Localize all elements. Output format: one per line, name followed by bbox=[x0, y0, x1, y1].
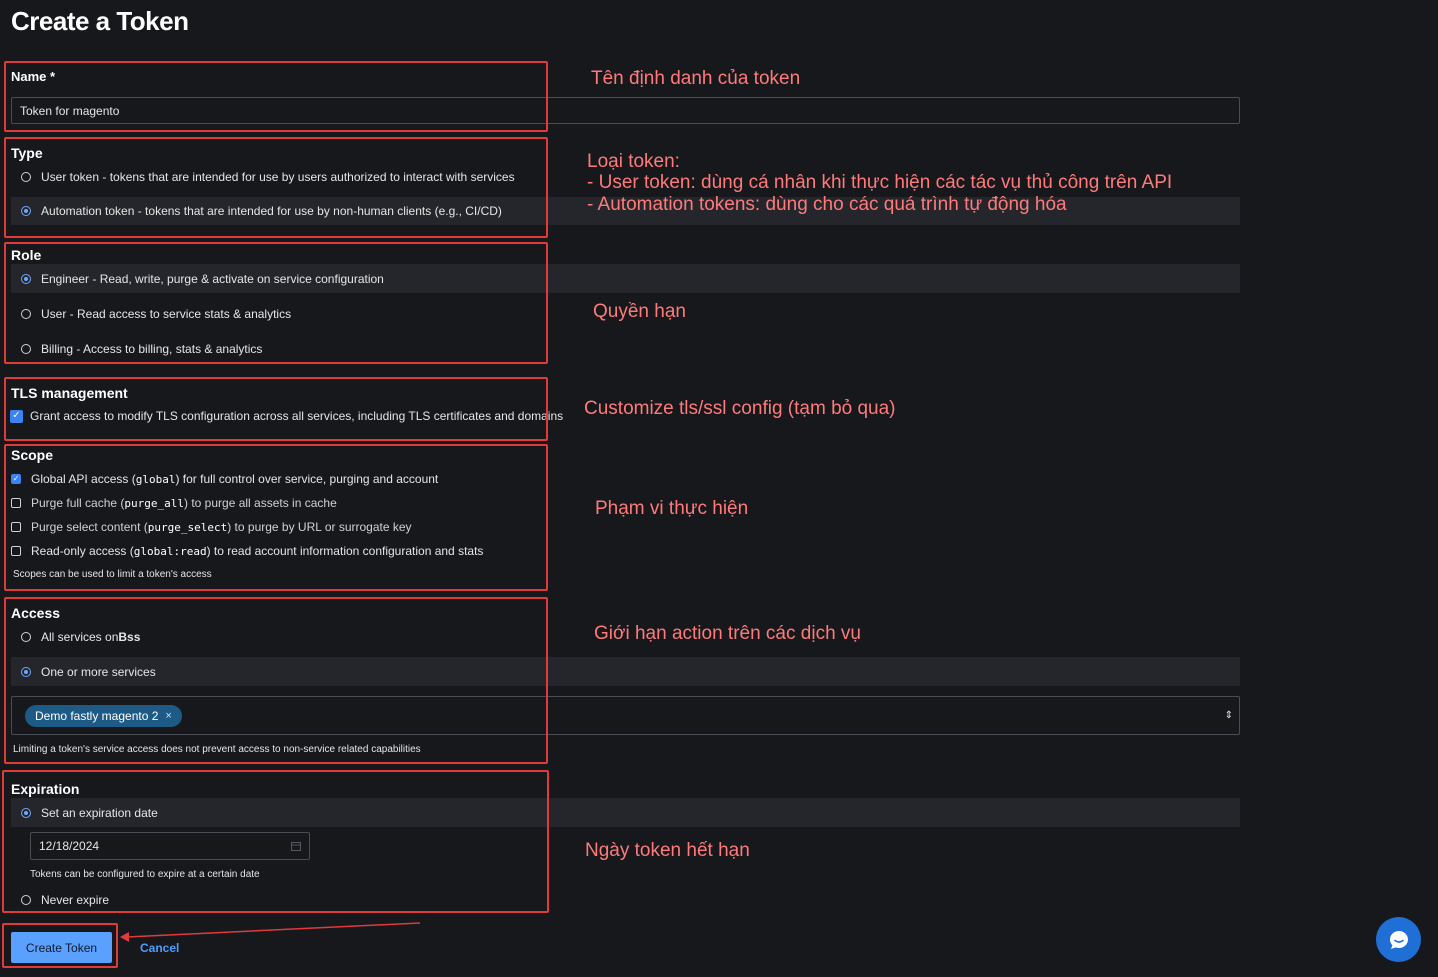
annotation-box-create bbox=[2, 923, 118, 968]
annotation-type-automation: - Automation tokens: dùng cho các quá tr… bbox=[587, 194, 1067, 215]
page-title: Create a Token bbox=[11, 6, 189, 36]
annotation-box-type bbox=[4, 137, 548, 238]
annotation-expiration: Ngày token hết hạn bbox=[585, 840, 750, 861]
annotation-role: Quyền hạn bbox=[593, 301, 686, 322]
annotation-scope: Phạm vi thực hiện bbox=[595, 498, 749, 519]
annotation-name: Tên định danh của token bbox=[591, 68, 801, 89]
annotation-arrow bbox=[120, 922, 421, 942]
annotation-box-access bbox=[4, 597, 548, 764]
annotation-box-scope bbox=[4, 444, 548, 591]
chat-icon bbox=[1389, 930, 1408, 949]
chat-button[interactable] bbox=[1376, 917, 1421, 962]
annotation-access: Giới hạn action trên các dịch vụ bbox=[594, 623, 861, 644]
annotation-type-user: - User token: dùng cá nhân khi thực hiện… bbox=[587, 172, 1173, 193]
annotation-box-expiration bbox=[2, 770, 549, 913]
select-arrows-icon[interactable]: ⇕ bbox=[1225, 710, 1233, 721]
annotation-box-name bbox=[4, 61, 548, 132]
annotation-box-role bbox=[4, 242, 548, 364]
annotation-box-tls bbox=[4, 377, 548, 441]
annotation-tls: Customize tls/ssl config (tạm bỏ qua) bbox=[584, 398, 896, 419]
annotation-type-title: Loại token: bbox=[587, 151, 680, 172]
